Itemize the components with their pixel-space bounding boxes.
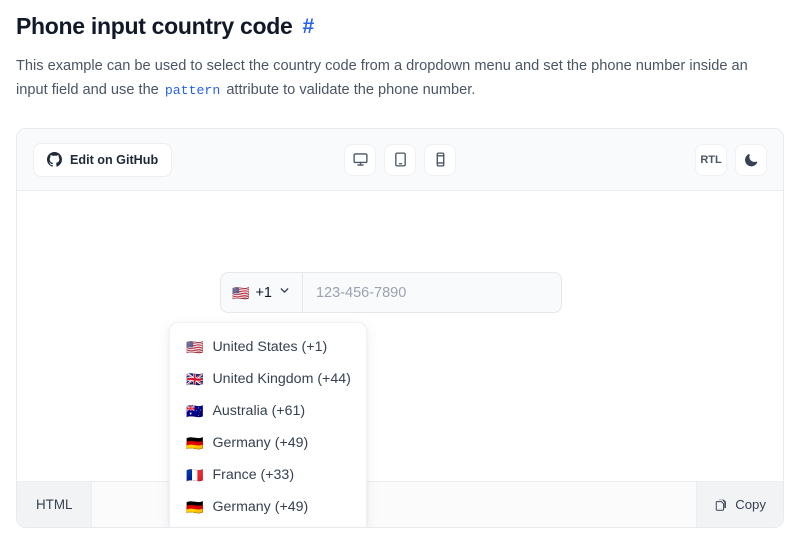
github-icon [47, 152, 62, 167]
country-option-label: France (+33) [212, 467, 295, 483]
country-option-germany[interactable]: 🇩🇪 Germany (+49) [170, 427, 366, 459]
copy-label: Copy [735, 497, 766, 512]
copy-code-button[interactable]: Copy [696, 482, 783, 527]
country-option-france[interactable]: 🇫🇷 France (+33) [170, 459, 366, 491]
page-title: Phone input country code [16, 13, 293, 39]
dark-mode-toggle-button[interactable] [735, 143, 767, 176]
flag-icon-gb: 🇬🇧 [186, 371, 204, 387]
country-option-label: Australia (+61) [212, 403, 306, 419]
tablet-icon [392, 151, 409, 168]
country-option-united-states[interactable]: 🇺🇸 United States (+1) [170, 331, 366, 363]
device-desktop-button[interactable] [344, 143, 376, 176]
country-option-australia[interactable]: 🇦🇺 Australia (+61) [170, 395, 366, 427]
flag-icon-us: 🇺🇸 [186, 339, 204, 355]
country-option-germany-duplicate[interactable]: 🇩🇪 Germany (+49) [170, 491, 366, 523]
flag-icon-fr: 🇫🇷 [186, 467, 204, 483]
phone-input-group: 🇺🇸 +1 [220, 272, 562, 313]
country-option-label: Germany (+49) [212, 499, 309, 515]
rtl-toggle-button[interactable]: RTL [695, 143, 727, 176]
device-tablet-button[interactable] [384, 143, 416, 176]
heading-anchor-link[interactable]: # [302, 16, 314, 37]
desktop-icon [352, 151, 369, 168]
example-preview-area: 🇺🇸 +1 🇺🇸 United States (+1) 🇬🇧 [17, 191, 783, 527]
country-dropdown-menu: 🇺🇸 United States (+1) 🇬🇧 United Kingdom … [169, 322, 367, 527]
page-description: This example can be used to select the c… [16, 55, 768, 102]
country-option-label: United Kingdom (+44) [212, 371, 351, 387]
description-text-tail: attribute to validate the phone number. [222, 81, 476, 98]
flag-icon-de: 🇩🇪 [186, 499, 204, 515]
country-code-dropdown-button[interactable]: 🇺🇸 +1 [220, 272, 302, 313]
toolbar-left-group: Edit on GitHub [33, 142, 173, 177]
country-option-label: United States (+1) [212, 339, 328, 355]
toolbar-right-group: RTL [695, 143, 767, 176]
country-option-united-kingdom[interactable]: 🇬🇧 United Kingdom (+44) [170, 363, 366, 395]
phone-number-input[interactable] [301, 272, 562, 313]
selected-country-code: +1 [255, 284, 272, 301]
example-card: Edit on GitHub RTL 🇺🇸 +1 123-456-7890 🇺🇸… [16, 128, 784, 528]
country-option-label: Germany (+49) [212, 435, 309, 451]
copy-icon [714, 498, 728, 512]
tab-html[interactable]: HTML [17, 482, 93, 527]
device-mobile-button[interactable] [424, 143, 456, 176]
page-header: Phone input country code # [16, 0, 784, 42]
page-root: Phone input country code # This example … [0, 0, 800, 540]
moon-icon [744, 152, 759, 167]
flag-icon-de: 🇩🇪 [186, 435, 204, 451]
edit-on-github-button[interactable]: Edit on GitHub [33, 142, 173, 177]
edit-on-github-label: Edit on GitHub [70, 152, 159, 167]
selected-country-flag-icon: 🇺🇸 [232, 284, 250, 301]
chevron-down-icon [278, 284, 291, 301]
mobile-icon [432, 151, 449, 168]
flag-icon-au: 🇦🇺 [186, 403, 204, 419]
code-tab-bar: HTML Copy [17, 481, 783, 527]
example-toolbar: Edit on GitHub RTL [17, 129, 783, 191]
inline-code-pattern: pattern [164, 82, 221, 98]
